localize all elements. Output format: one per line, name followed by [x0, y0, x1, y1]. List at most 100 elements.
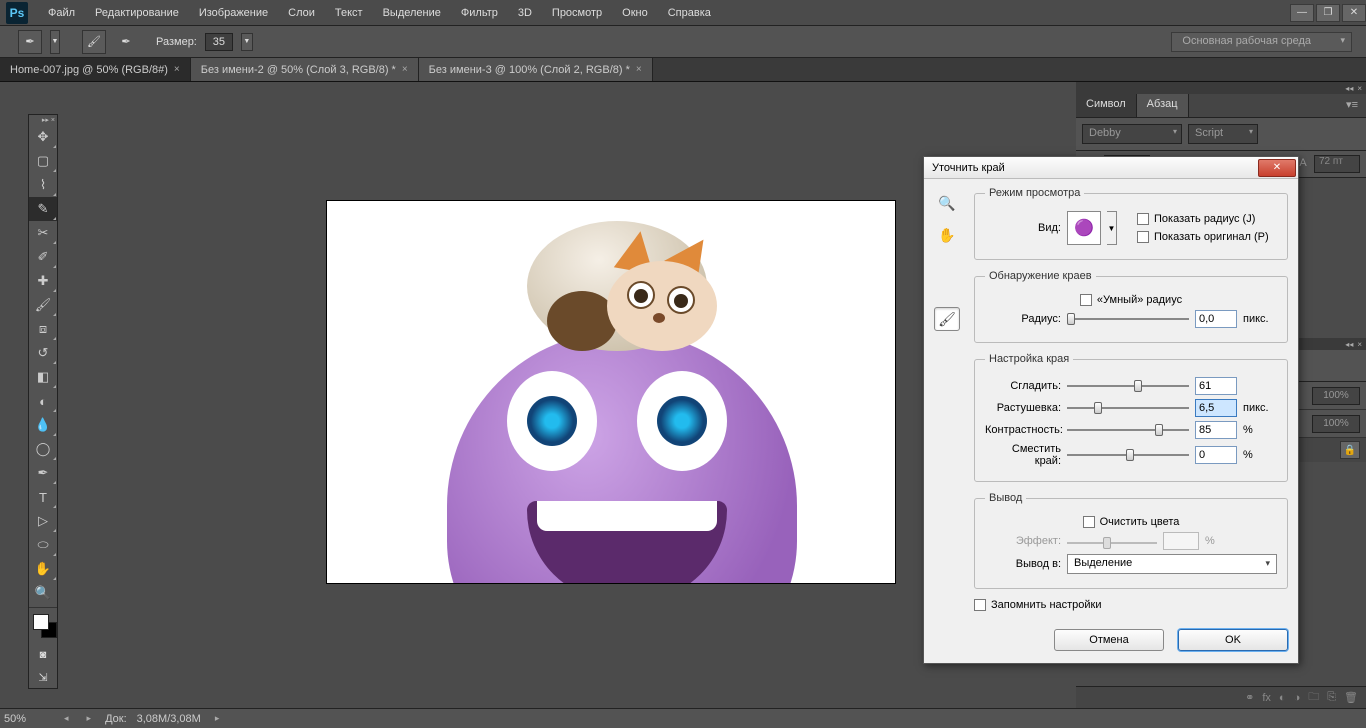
brush-tool[interactable]: 🖌 [29, 293, 57, 317]
cancel-button[interactable]: Отмена [1054, 629, 1164, 651]
scroll-left-icon[interactable]: ◂ [60, 713, 73, 724]
lasso-tool[interactable]: ⌇ [29, 173, 57, 197]
font-style-dropdown[interactable]: Script [1188, 124, 1258, 144]
tab-paragraph[interactable]: Абзац [1137, 94, 1189, 117]
menu-view[interactable]: Просмотр [542, 4, 612, 22]
layer-opacity-field[interactable]: 100% [1312, 387, 1360, 405]
window-close-button[interactable]: ✕ [1342, 4, 1366, 22]
dialog-close-button[interactable]: ✕ [1258, 159, 1296, 177]
menu-file[interactable]: Файл [38, 4, 85, 22]
view-dropdown[interactable]: ▼ [1107, 211, 1117, 245]
view-thumbnail[interactable]: 🟣 [1067, 211, 1101, 245]
menu-layers[interactable]: Слои [278, 4, 325, 22]
shift-edge-input[interactable] [1195, 446, 1237, 464]
group-icon[interactable]: 🗀 [1308, 688, 1319, 707]
quick-select-tool[interactable]: ✎ [29, 197, 57, 221]
smart-radius-checkbox[interactable]: «Умный» радиус [1080, 294, 1182, 306]
hand-tool[interactable]: ✋ [29, 557, 57, 581]
scroll-right-icon[interactable]: ▸ [83, 713, 96, 724]
output-to-dropdown[interactable]: Выделение [1067, 554, 1277, 574]
shape-tool[interactable]: ⬭ [29, 533, 57, 557]
contrast-slider[interactable] [1067, 422, 1189, 438]
menu-help[interactable]: Справка [658, 4, 721, 22]
document-tab[interactable]: Без имени-3 @ 100% (Слой 2, RGB/8) * × [419, 58, 653, 81]
menu-window[interactable]: Окно [612, 4, 658, 22]
menu-filter[interactable]: Фильтр [451, 4, 508, 22]
close-icon[interactable]: × [402, 64, 408, 75]
dialog-zoom-tool[interactable]: 🔍 [934, 191, 960, 215]
marquee-tool[interactable]: ▢ [29, 149, 57, 173]
smooth-slider[interactable] [1067, 378, 1189, 394]
size-label: Размер: [156, 36, 197, 48]
new-layer-icon[interactable]: ⎘ [1327, 691, 1336, 704]
contrast-input[interactable] [1195, 421, 1237, 439]
brush-alt-icon[interactable]: ✒ [114, 30, 138, 54]
close-icon[interactable]: × [174, 64, 180, 75]
document-tab[interactable]: Без имени-2 @ 50% (Слой 3, RGB/8) * × [191, 58, 419, 81]
pen-tool[interactable]: ✒ [29, 461, 57, 485]
workspace-dropdown[interactable]: Основная рабочая среда [1171, 32, 1352, 52]
type-tool[interactable]: T [29, 485, 57, 509]
dialog-hand-tool[interactable]: ✋ [934, 223, 960, 247]
feather-input[interactable] [1195, 399, 1237, 417]
quick-mask-toggle[interactable]: ◙ [29, 644, 57, 666]
show-original-checkbox[interactable]: Показать оригинал (P) [1137, 231, 1269, 243]
move-tool[interactable]: ✥ [29, 125, 57, 149]
document-tab[interactable]: Home-007.jpg @ 50% (RGB/8#) × [0, 58, 191, 81]
gradient-tool[interactable]: ◐ [29, 389, 57, 413]
zoom-level[interactable]: 50% [4, 713, 50, 725]
document-canvas[interactable] [326, 200, 896, 584]
blur-tool[interactable]: 💧 [29, 413, 57, 437]
crop-tool[interactable]: ✂ [29, 221, 57, 245]
remember-settings-checkbox[interactable]: Запомнить настройки [974, 599, 1102, 611]
foreground-color-swatch[interactable] [33, 614, 49, 630]
panel-menu-icon[interactable]: ▾≡ [1338, 94, 1366, 117]
tab-character[interactable]: Символ [1076, 94, 1137, 117]
menu-text[interactable]: Текст [325, 4, 373, 22]
dialog-refine-brush-tool[interactable]: 🖌 [934, 307, 960, 331]
zoom-tool[interactable]: 🔍 [29, 581, 57, 605]
window-restore-button[interactable]: ❐ [1316, 4, 1340, 22]
ok-button[interactable]: OK [1178, 629, 1288, 651]
feather-slider[interactable] [1067, 400, 1189, 416]
tool-preset-icon[interactable]: ✒ [18, 30, 42, 54]
menu-image[interactable]: Изображение [189, 4, 278, 22]
layer-fill-field[interactable]: 100% [1312, 415, 1360, 433]
show-radius-checkbox[interactable]: Показать радиус (J) [1137, 213, 1269, 225]
menu-edit[interactable]: Редактирование [85, 4, 189, 22]
leading-field[interactable]: 72 пт [1314, 155, 1360, 173]
view-mode-group: Режим просмотра Вид: 🟣 ▼ Показать радиус… [974, 187, 1288, 260]
eraser-tool[interactable]: ◧ [29, 365, 57, 389]
window-minimize-button[interactable]: — [1290, 4, 1314, 22]
decontaminate-checkbox[interactable]: Очистить цвета [1083, 516, 1180, 528]
size-dropdown[interactable]: ▼ [241, 33, 253, 51]
path-select-tool[interactable]: ▷ [29, 509, 57, 533]
healing-tool[interactable]: ✚ [29, 269, 57, 293]
delete-icon[interactable]: 🗑 [1344, 691, 1358, 704]
fx-icon[interactable]: fx [1262, 692, 1271, 704]
size-input[interactable] [205, 33, 233, 51]
dialog-titlebar[interactable]: Уточнить край ✕ [924, 157, 1298, 179]
brush-preview-icon[interactable]: 🖌 [82, 30, 106, 54]
link-layers-icon[interactable]: ⚭ [1245, 691, 1254, 704]
output-to-label: Вывод в: [985, 558, 1061, 570]
font-family-dropdown[interactable]: Debby [1082, 124, 1182, 144]
stamp-tool[interactable]: ⧈ [29, 317, 57, 341]
lock-icon[interactable]: 🔒 [1340, 441, 1360, 459]
screen-mode-toggle[interactable]: ⇲ [29, 666, 57, 688]
radius-slider[interactable] [1067, 311, 1189, 327]
tool-preset-dropdown[interactable]: ▼ [50, 30, 60, 54]
menu-3d[interactable]: 3D [508, 4, 542, 22]
close-icon[interactable]: × [636, 64, 642, 75]
eyedropper-tool[interactable]: ✐ [29, 245, 57, 269]
adjustment-icon[interactable]: ◑ [1294, 692, 1301, 704]
radius-input[interactable] [1195, 310, 1237, 328]
color-swatches[interactable] [29, 610, 57, 644]
status-menu-icon[interactable]: ▸ [211, 713, 224, 724]
shift-edge-slider[interactable] [1067, 447, 1189, 463]
menu-select[interactable]: Выделение [373, 4, 451, 22]
history-brush-tool[interactable]: ↺ [29, 341, 57, 365]
dodge-tool[interactable]: ◯ [29, 437, 57, 461]
smooth-input[interactable] [1195, 377, 1237, 395]
mask-icon[interactable]: ◐ [1279, 692, 1286, 704]
